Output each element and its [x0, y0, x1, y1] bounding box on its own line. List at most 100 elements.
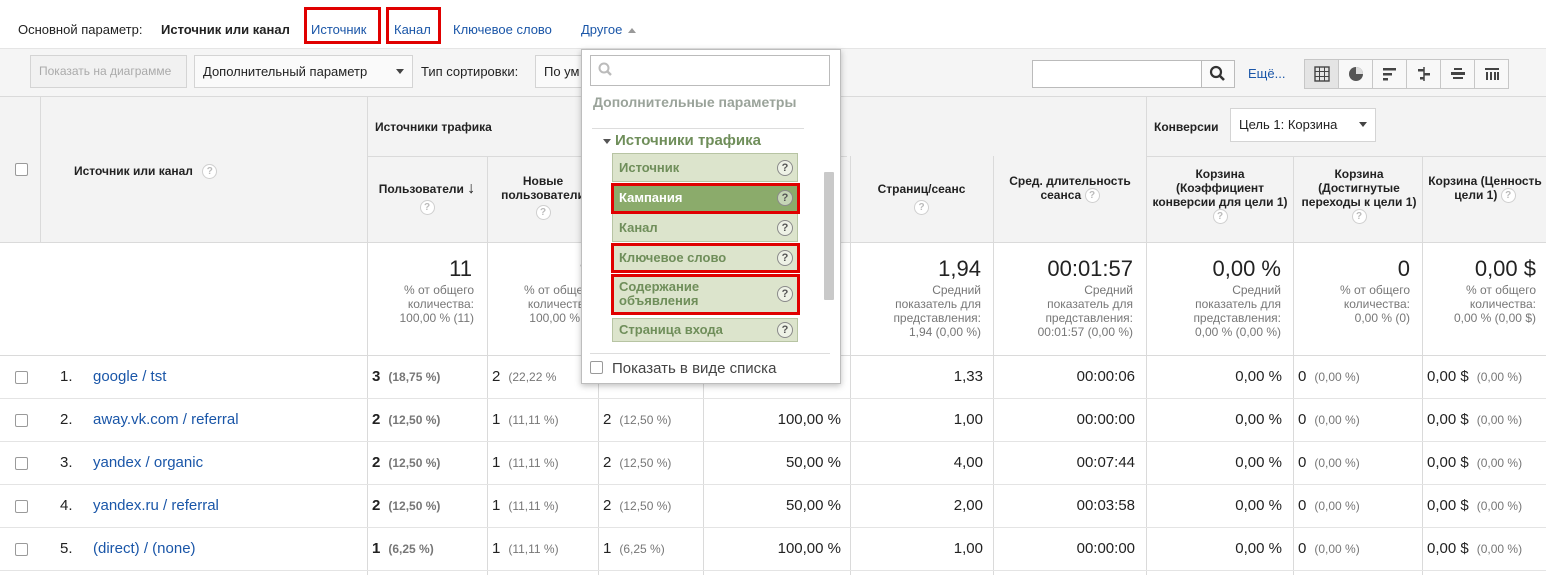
total-users: 11 — [449, 256, 472, 281]
row-cell-dur: 00:00:00 — [1076, 540, 1135, 557]
advanced-filter-link[interactable]: Ещё... — [1248, 66, 1285, 81]
help-icon[interactable]: ? — [777, 159, 793, 176]
row-cell-dur: 00:03:58 — [1076, 497, 1135, 514]
avg-session-duration-header[interactable]: Сред. длительность сеанса ? — [1000, 174, 1140, 204]
row-cell-gv: 0,00 $ (0,00 %) — [1427, 540, 1523, 557]
goal-select-label: Цель 1: Корзина — [1239, 117, 1338, 132]
help-icon[interactable]: ? — [1500, 188, 1516, 204]
term-cloud-icon — [1450, 68, 1465, 79]
total-new-users-note: % от общего количества: 100,00 % (9 — [524, 283, 594, 325]
view-pie-button[interactable] — [1338, 59, 1373, 89]
row-cell-gv: 0,00 $ (0,00 %) — [1427, 454, 1523, 471]
users-header[interactable]: Пользователи ↓ ? — [372, 180, 482, 215]
row-source-link[interactable]: yandex.ru / referral — [93, 497, 219, 514]
sort-type-label: Тип сортировки: — [421, 64, 519, 79]
pages-per-session-header-label: Страниц/сеанс — [877, 182, 966, 196]
help-icon[interactable]: ? — [535, 205, 551, 220]
group-conversions: Конверсии — [1154, 120, 1219, 134]
new-users-header[interactable]: Новые пользователи ? — [493, 174, 593, 220]
row-cell-bounce: 100,00 % — [777, 540, 841, 557]
goal-value-header[interactable]: Корзина (Ценность цели 1) ? — [1428, 174, 1542, 204]
help-icon[interactable]: ? — [914, 200, 929, 215]
row-cell-new: 1 (11,11 %) — [492, 540, 559, 557]
dimension-option-landing-page[interactable]: Страница входа? — [612, 318, 798, 342]
view-comparison-button[interactable] — [1406, 59, 1441, 89]
view-performance-button[interactable] — [1372, 59, 1407, 89]
secondary-dimension-select[interactable]: Дополнительный параметр — [194, 55, 413, 88]
row-source-link[interactable]: yandex / organic — [93, 454, 203, 471]
view-switcher — [1304, 59, 1509, 89]
row-cell-users: 1 (6,25 %) — [372, 540, 434, 557]
row-checkbox[interactable] — [15, 414, 28, 427]
source-medium-header[interactable]: Источник или канал ? — [74, 164, 218, 180]
help-icon[interactable]: ? — [777, 322, 793, 338]
sort-down-icon: ↓ — [467, 180, 476, 197]
avg-session-duration-header-label: Сред. длительность сеанса — [1009, 174, 1131, 202]
dimension-option-source[interactable]: Источник? — [612, 153, 798, 182]
row-checkbox[interactable] — [15, 371, 28, 384]
help-icon[interactable]: ? — [1084, 188, 1100, 204]
row-cell-pps: 2,00 — [953, 497, 983, 514]
dimension-option-medium[interactable]: Канал? — [612, 213, 798, 242]
dimension-search-input[interactable] — [590, 55, 830, 86]
goal-value-header-label: Корзина (Ценность цели 1) — [1428, 174, 1542, 202]
dropdown-heading: Дополнительные параметры — [593, 94, 797, 110]
secondary-dimension-label: Дополнительный параметр — [203, 64, 368, 79]
help-icon[interactable]: ? — [419, 200, 435, 215]
help-icon[interactable]: ? — [202, 164, 218, 180]
dropdown-scrollbar[interactable] — [824, 172, 834, 300]
row-cell-gc: 0 (0,00 %) — [1298, 540, 1360, 557]
row-cell-pps: 4,00 — [953, 454, 983, 471]
plot-rows-button[interactable]: Показать на диаграмме — [30, 55, 187, 88]
row-source-link[interactable]: away.vk.com / referral — [93, 411, 239, 428]
help-icon[interactable]: ? — [777, 219, 793, 236]
dropdown-group-traffic[interactable]: Источники трафика — [615, 132, 761, 149]
view-pivot-button[interactable] — [1474, 59, 1509, 89]
row-source-link[interactable]: (direct) / (none) — [93, 540, 196, 557]
select-all-checkbox[interactable] — [15, 163, 28, 176]
highlight-medium — [386, 7, 441, 44]
dimension-link-keyword[interactable]: Ключевое слово — [453, 22, 552, 37]
row-source-link[interactable]: google / tst — [93, 368, 166, 385]
row-checkbox[interactable] — [15, 543, 28, 556]
total-new-users: 9 — [492, 256, 592, 282]
table-search-input[interactable] — [1032, 60, 1202, 88]
view-table-button[interactable] — [1304, 59, 1339, 89]
row-cell-cr: 0,00 % — [1235, 540, 1282, 557]
group-traffic-sources: Источники трафика — [375, 120, 492, 134]
pie-icon — [1348, 67, 1363, 81]
help-icon[interactable]: ? — [1351, 209, 1367, 225]
goal-select[interactable]: Цель 1: Корзина — [1230, 108, 1376, 142]
view-term-cloud-button[interactable] — [1440, 59, 1475, 89]
row-number: 1. — [60, 368, 73, 385]
row-cell-users: 2 (12,50 %) — [372, 411, 441, 428]
highlight-campaign — [611, 183, 800, 214]
row-cell-users: 3 (18,75 %) — [372, 368, 441, 385]
pages-per-session-header[interactable]: Страниц/сеанс ? — [855, 182, 988, 215]
total-avg-duration: 00:01:57 — [1047, 256, 1133, 281]
row-cell-sess: 2 (12,50 %) — [603, 411, 672, 428]
show-as-list-label: Показать в виде списка — [612, 360, 777, 377]
row-cell-new: 1 (11,11 %) — [492, 411, 559, 428]
help-icon[interactable]: ? — [1212, 209, 1228, 225]
total-goal-cr: 0,00 % — [1212, 256, 1282, 281]
row-cell-new: 2 (22,22 % — [492, 368, 557, 385]
table-search-button[interactable] — [1201, 60, 1235, 88]
row-cell-users: 2 (12,50 %) — [372, 454, 441, 471]
goal-cr-header-label: Корзина (Коэффициент конверсии для цели … — [1152, 167, 1288, 209]
row-cell-pps: 1,00 — [953, 540, 983, 557]
row-number: 4. — [60, 497, 73, 514]
goal-completions-header[interactable]: Корзина (Достигнутые переходы к цели 1) … — [1300, 167, 1418, 225]
caret-up-icon — [627, 28, 636, 34]
row-checkbox[interactable] — [15, 457, 28, 470]
dimension-link-other[interactable]: Другое — [581, 22, 636, 37]
row-checkbox[interactable] — [15, 500, 28, 513]
chevron-down-icon — [396, 69, 404, 74]
total-goal-completions: 0 — [1397, 256, 1410, 281]
row-cell-gv: 0,00 $ (0,00 %) — [1427, 411, 1523, 428]
show-as-list-checkbox[interactable] — [590, 361, 603, 374]
goal-completions-header-label: Корзина (Достигнутые переходы к цели 1) — [1301, 167, 1417, 209]
goal-cr-header[interactable]: Корзина (Коэффициент конверсии для цели … — [1152, 167, 1288, 225]
row-number: 3. — [60, 454, 73, 471]
users-header-label: Пользователи — [378, 182, 464, 196]
